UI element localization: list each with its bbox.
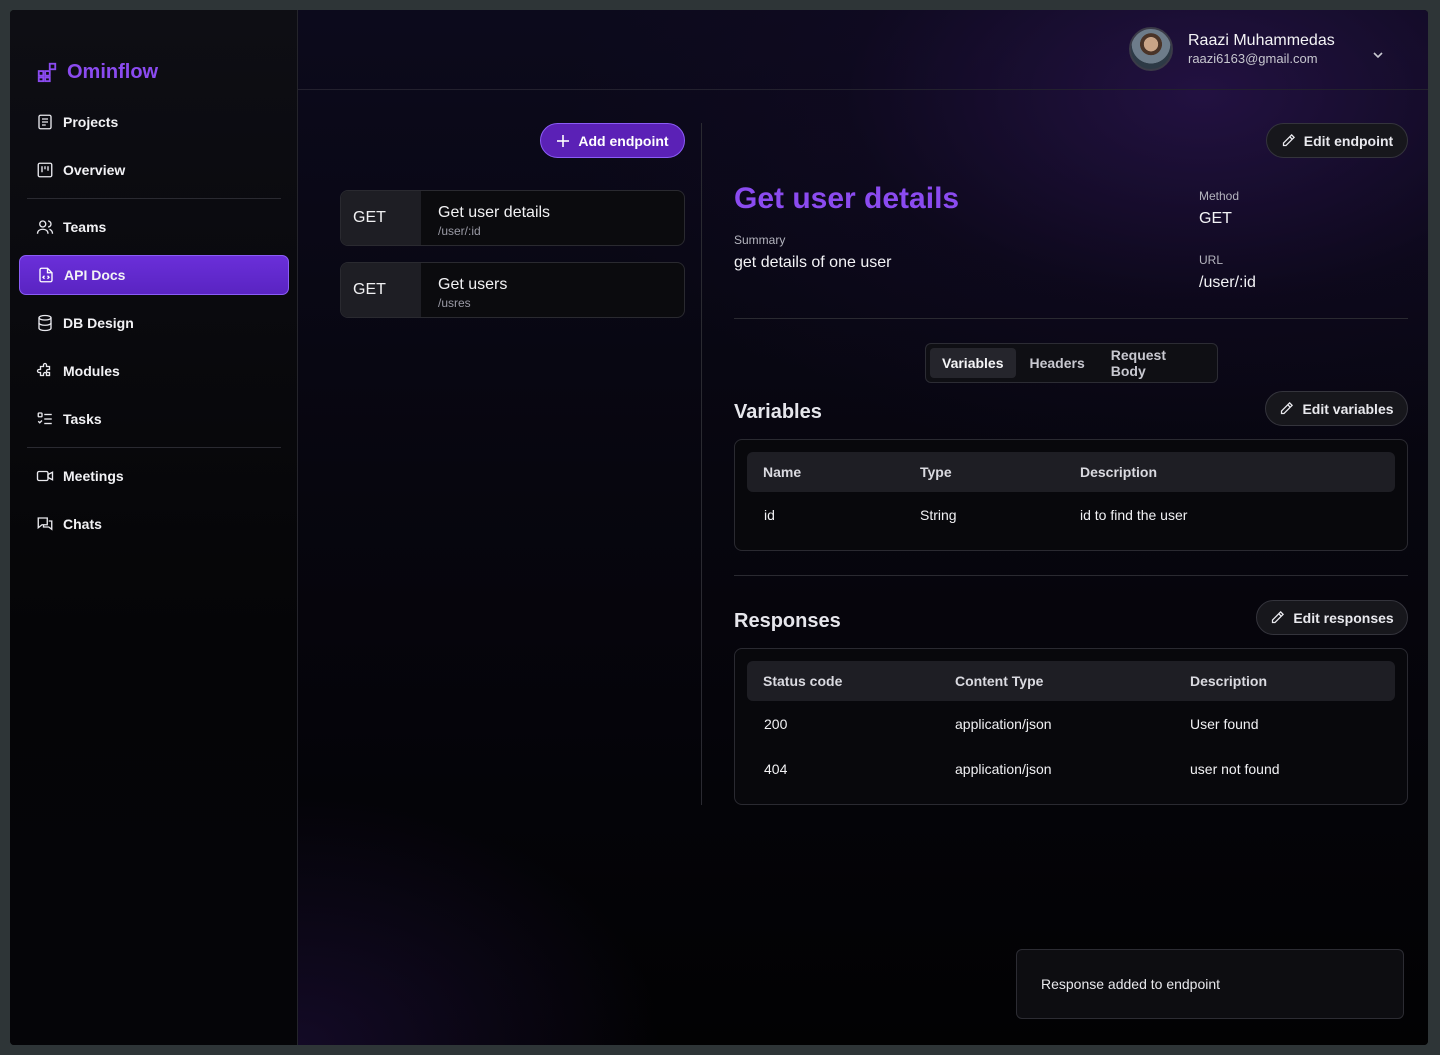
sidebar-item-label: Teams [63,219,107,235]
main-content: Raazi Muhammedas raazi6163@gmail.com Add… [298,10,1428,1045]
edit-variables-button[interactable]: Edit variables [1265,391,1408,426]
sidebar-item-modules[interactable]: Modules [19,351,289,391]
method-label: Method [1199,189,1240,203]
app-window: Ominflow Projects Overview Teams API Doc… [10,10,1428,1045]
tab-variables[interactable]: Variables [930,348,1016,378]
endpoint-name: Get user details [438,204,551,221]
sidebar-item-meetings[interactable]: Meetings [19,456,289,496]
summary-label: Summary [734,233,786,247]
url-value: /user/:id [1199,274,1256,291]
variables-title: Variables [734,401,822,423]
table-cell: 404 [764,761,788,777]
table-cell: user not found [1190,761,1280,777]
toast-notification: Response added to endpoint [1016,949,1404,1019]
video-icon [36,470,54,482]
sidebar-item-label: Projects [63,114,119,130]
edit-variables-label: Edit variables [1302,400,1394,417]
responses-title: Responses [734,610,841,632]
endpoint-title: Get user details [734,182,960,215]
tab-request-body[interactable]: Request Body [1099,347,1213,379]
detail-tabs: Variables Headers Request Body [925,343,1218,383]
logo-icon [37,62,57,83]
edit-responses-label: Edit responses [1293,609,1394,626]
method-value: GET [1199,210,1232,227]
column-header: Description [1190,673,1268,689]
sidebar-item-label: DB Design [63,315,134,331]
table-cell: 200 [764,716,788,732]
table-header: Status code Content Type Description [747,661,1395,701]
chevron-down-icon[interactable] [1371,50,1385,60]
sidebar-item-db-design[interactable]: DB Design [19,303,289,343]
endpoint-item[interactable]: GET Get user details /user/:id [340,190,685,246]
user-email: raazi6163@gmail.com [1188,51,1318,66]
sidebar-divider [27,198,281,199]
edit-responses-button[interactable]: Edit responses [1256,600,1408,635]
add-endpoint-button[interactable]: Add endpoint [540,123,685,158]
url-label: URL [1199,253,1224,267]
sidebar-item-label: Modules [63,363,120,379]
user-menu[interactable]: Raazi Muhammedas raazi6163@gmail.com [1129,27,1335,71]
sidebar-item-tasks[interactable]: Tasks [19,399,289,439]
sidebar-item-label: Meetings [63,468,124,484]
avatar[interactable] [1129,27,1173,71]
pencil-icon [1281,401,1294,415]
database-icon [38,314,52,332]
endpoint-path: /user/:id [438,224,481,238]
endpoint-name: Get users [438,276,508,293]
sidebar-item-overview[interactable]: Overview [19,150,289,190]
brand-name: Ominflow [67,60,159,83]
table-cell: application/json [955,716,1052,732]
endpoint-method: GET [341,263,421,317]
panel-divider [701,123,702,805]
column-header: Name [763,464,802,480]
edit-endpoint-button[interactable]: Edit endpoint [1266,123,1408,158]
brand-logo[interactable]: Ominflow [36,60,158,84]
users-icon [36,220,54,234]
sidebar-divider [27,447,281,448]
sidebar-item-label: Overview [63,162,126,178]
sidebar-item-api-docs[interactable]: API Docs [19,255,289,295]
table-cell: id [764,507,775,523]
table-cell: String [920,507,957,523]
table-cell: User found [1190,716,1259,732]
section-divider [734,575,1408,576]
sidebar-item-projects[interactable]: Projects [19,102,289,142]
table-cell: application/json [955,761,1052,777]
sidebar: Ominflow Projects Overview Teams API Doc… [10,10,298,1045]
puzzle-icon [36,362,51,377]
sidebar-item-teams[interactable]: Teams [19,207,289,247]
pencil-icon [1282,133,1295,147]
sidebar-item-label: API Docs [64,267,126,283]
messages-icon [37,517,53,531]
sidebar-item-chats[interactable]: Chats [19,504,289,544]
list-checks-icon [37,412,52,425]
sidebar-item-label: Chats [63,516,102,532]
file-code-icon [39,267,53,283]
column-header: Description [1080,464,1158,480]
endpoint-method: GET [341,191,421,245]
table-cell: id to find the user [1080,507,1188,523]
toast-message: Response added to endpoint [1041,976,1221,992]
responses-table: Status code Content Type Description 200… [734,648,1408,805]
pencil-icon [1272,610,1285,624]
column-header: Status code [763,673,843,689]
endpoint-item[interactable]: GET Get users /usres [340,262,685,318]
plus-icon [557,134,570,147]
add-endpoint-label: Add endpoint [578,132,669,149]
column-header: Content Type [955,673,1044,689]
table-header: Name Type Description [747,452,1395,492]
edit-endpoint-label: Edit endpoint [1303,132,1394,149]
tab-headers[interactable]: Headers [1018,348,1097,378]
column-header: Type [920,464,952,480]
summary-value: get details of one user [734,254,892,271]
top-bar: Raazi Muhammedas raazi6163@gmail.com [298,10,1428,90]
endpoint-path: /usres [438,296,471,310]
user-name: Raazi Muhammedas [1188,32,1335,49]
kanban-icon [37,162,53,178]
file-text-icon [38,114,52,130]
section-divider [734,318,1408,319]
variables-table: Name Type Description id String id to fi… [734,439,1408,551]
sidebar-item-label: Tasks [63,411,102,427]
